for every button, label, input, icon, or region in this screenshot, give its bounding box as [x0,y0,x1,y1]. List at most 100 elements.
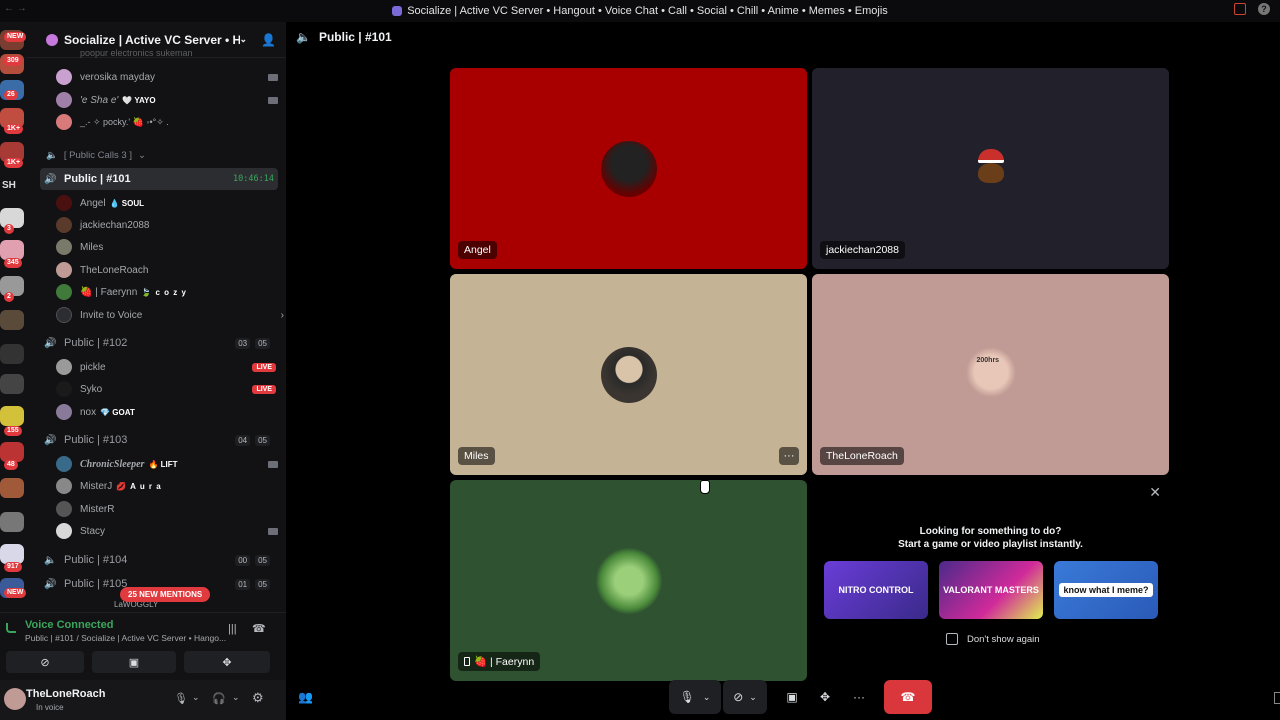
server-icon[interactable] [0,406,24,426]
avatar [600,346,657,403]
avatar [56,262,72,278]
disconnect-button[interactable]: ☎ [884,680,932,714]
voice-channel-101[interactable]: 🔊 Public | #101 10:46:14 [40,168,278,190]
server-icon[interactable] [0,310,24,330]
server-badge: 345 [4,258,22,268]
help-icon[interactable]: ? [1258,3,1270,15]
poop-icon [977,162,1004,183]
voice-user[interactable]: verosika mayday [56,67,278,87]
chevron-down-icon[interactable]: ⌄ [192,692,200,703]
gear-icon[interactable]: ⚙ [252,690,264,706]
voice-user[interactable]: Miles [56,237,276,257]
disconnect-icon[interactable]: ☎ [252,622,266,635]
new-mentions-pill[interactable]: 25 NEW MENTIONS [120,587,211,602]
speaker-icon: 🔊 [44,173,57,185]
soundboard-icon[interactable]: ||| [228,623,237,635]
screenshare-button[interactable]: ▣ [92,651,176,673]
clipped-user-row[interactable]: poopur electronics sukeman [56,48,276,58]
signal-icon[interactable] [6,623,16,633]
window-title-text: Socialize | Active VC Server • Hangout •… [407,5,888,17]
voice-channel-103[interactable]: 🔊 Public | #103 04 05 [40,429,278,451]
voice-user[interactable]: ChronicSleeper 🔥 LIFT [56,454,278,474]
activity-icon[interactable]: 👥 [298,690,313,704]
participant-tile[interactable]: jackiechan2088 [812,68,1169,269]
speaker-icon: 🔊 [44,578,57,590]
voice-channel-104[interactable]: 🔈 Public | #104 00 05 [40,549,278,571]
voice-location[interactable]: Public | #101 / Socialize | Active VC Se… [25,633,226,643]
voice-user[interactable]: Syko LIVE [56,379,276,399]
server-icon[interactable] [0,442,24,462]
call-view: 🔈 Public | #101 Angel jackiechan2088 Mil… [286,22,1280,720]
voice-user[interactable]: Stacy [56,521,278,541]
activity-card-meme[interactable]: know what I meme? [1054,561,1158,619]
activity-card-nitro[interactable]: NITRO CONTROL [824,561,928,619]
voice-user[interactable]: 'e Sha e' 🤍 YAYO [56,90,278,110]
participant-tile[interactable]: 🍓 | Faerynn [450,480,807,681]
screenshare-button[interactable]: ▣ [779,680,805,714]
video-toggle-button[interactable]: ⊘ [6,651,84,673]
avatar [56,195,72,211]
voice-user[interactable]: Angel 💧 SOUL [56,193,276,213]
voice-user[interactable]: nox 💎 GOAT [56,402,276,422]
voice-user-name: ChronicSleeper [80,458,145,470]
user-tag: 🍃 c o z y [141,287,187,297]
username[interactable]: TheLoneRoach [26,688,105,700]
server-icon[interactable] [0,374,24,394]
participant-name-text: 🍓 | Faerynn [474,656,535,668]
activities-button[interactable]: ✥ [812,680,838,714]
avatar [56,404,72,420]
invite-to-voice[interactable]: Invite to Voice › [56,305,284,325]
category-header[interactable]: 🔈 [ Public Calls 3 ] ⌄ [46,150,146,161]
camera-button[interactable]: ⊘ ⌄ [723,680,767,714]
chevron-down-icon[interactable]: ⌄ [232,692,240,703]
avatar[interactable] [4,688,26,710]
more-options-button[interactable]: ··· [846,680,872,714]
voice-channel-102[interactable]: 🔊 Public | #102 03 05 [40,332,278,354]
server-icon[interactable] [0,478,24,498]
server-icon[interactable] [0,344,24,364]
activity-subtitle: Start a game or video playlist instantly… [898,539,1083,550]
voice-user[interactable]: MisterJ 💋 A u r a [56,476,276,496]
channel-title: Public | #101 [318,30,392,44]
inbox-icon[interactable] [1234,3,1246,15]
server-icon[interactable] [0,512,24,532]
close-icon[interactable]: ✕ [1149,484,1161,501]
microphone-icon[interactable]: 🎙 [174,692,188,705]
microphone-button[interactable]: 🎙 ⌄ [669,680,721,714]
server-icon[interactable] [0,240,24,260]
add-member-icon[interactable]: 👤 [261,33,276,47]
remember-checkbox[interactable] [946,633,958,645]
santa-hat-icon [977,148,1004,163]
voice-user[interactable]: 🍓 | Faerynn 🍃 c o z y [56,282,276,302]
camera-off-icon: ⊘ [40,656,50,669]
phone-hangup-icon: ☎ [900,690,916,704]
voice-user[interactable]: jackiechan2088 [56,215,276,235]
clipped-user-name: poopur electronics sukeman [80,48,193,58]
activity-card-valorant[interactable]: VALORANT MASTERS [939,561,1043,619]
server-badge: 309 [4,56,22,66]
participant-tile[interactable]: Angel [450,68,807,269]
activities-button[interactable]: ✥ [184,651,270,673]
voice-user-name: MisterJ [80,480,113,492]
headphones-icon[interactable]: 🎧 [212,692,226,705]
count-current: 04 [235,434,251,446]
category-name: [ Public Calls 3 ] [63,150,132,161]
voice-status[interactable]: Voice Connected [25,619,113,631]
chevron-down-icon[interactable]: ⌄ [240,34,248,45]
voice-user[interactable]: MisterR [56,499,276,519]
server-icon[interactable] [0,544,24,564]
server-folder-label[interactable]: SH [2,180,16,191]
nav-arrows[interactable]: ← → [4,3,27,14]
participant-tile[interactable]: 200hrs TheLoneRoach [812,274,1169,475]
more-options-button[interactable]: ··· [779,447,799,465]
server-badge: 26 [4,90,18,100]
voice-user[interactable]: TheLoneRoach [56,260,276,280]
count-limit: 05 [255,578,270,590]
rocket-icon: ✥ [819,690,831,704]
remember-label[interactable]: Don't show again [967,634,1040,645]
voice-user[interactable]: _.- ✧ pocky.' 🍓 ◦•°✧ . [56,112,276,132]
avatar [56,69,72,85]
voice-user[interactable]: pickle LIVE [56,357,276,377]
participant-tile[interactable]: Miles ··· [450,274,807,475]
fullscreen-icon[interactable] [1274,692,1280,704]
